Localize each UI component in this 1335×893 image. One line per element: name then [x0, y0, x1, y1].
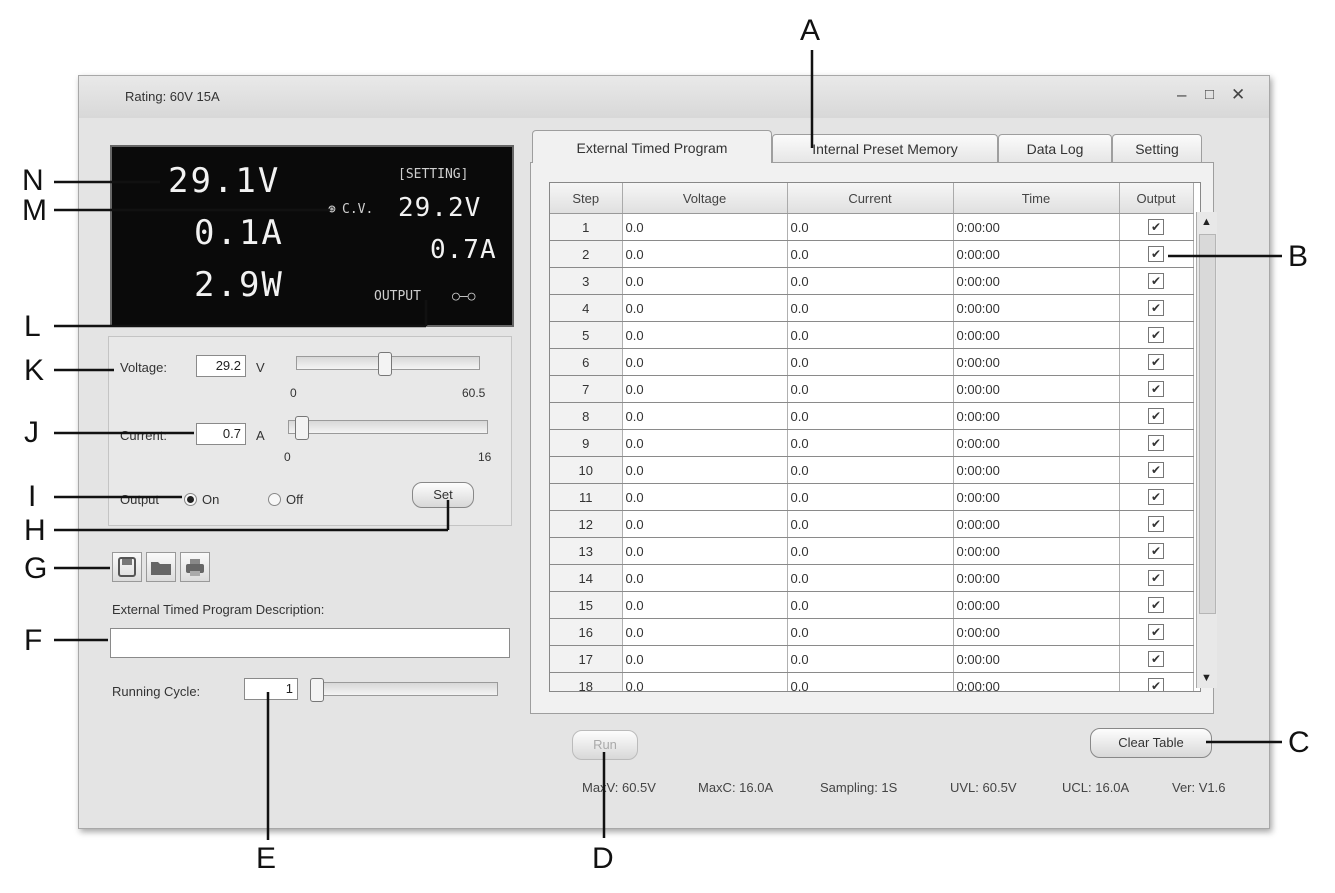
callout-e: E — [256, 842, 277, 875]
callout-a: A — [800, 14, 821, 47]
callout-lines — [54, 50, 1282, 840]
callout-c: C — [1288, 726, 1310, 759]
callout-b: B — [1288, 240, 1309, 273]
callout-l: L — [24, 310, 41, 343]
callout-f: F — [24, 624, 43, 657]
callout-j: J — [24, 416, 39, 449]
callout-i: I — [28, 480, 37, 513]
callout-d: D — [592, 842, 614, 875]
callout-g: G — [24, 552, 48, 585]
callout-h: H — [24, 514, 46, 547]
callout-k: K — [24, 354, 45, 387]
callout-m: M — [22, 194, 47, 227]
callout-n: N — [22, 164, 44, 197]
